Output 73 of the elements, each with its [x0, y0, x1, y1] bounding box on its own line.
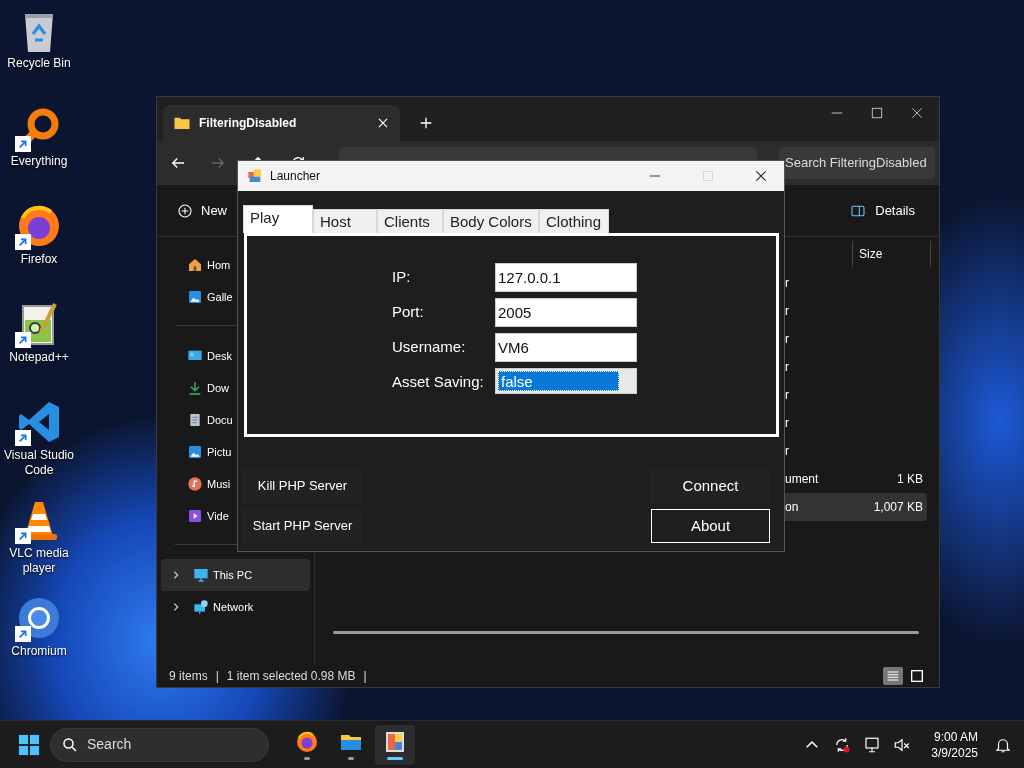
desktop-icon-label[interactable]: VLC media player — [0, 546, 78, 576]
start-icon[interactable] — [18, 733, 40, 756]
status-text: 9 items — [169, 667, 208, 685]
taskbar-app-button[interactable] — [375, 724, 415, 765]
explorer-tab[interactable]: FilteringDisabled — [163, 105, 400, 141]
chevron-right-icon[interactable] — [171, 570, 181, 580]
desktop-icon-label[interactable]: Firefox — [20, 252, 58, 267]
monitor-icon — [193, 567, 209, 583]
button[interactable]: Connect — [651, 469, 770, 503]
download-arrow-icon — [187, 380, 203, 396]
clock-date[interactable]: 3/9/2025 — [931, 744, 978, 761]
input-field[interactable]: 127.0.0.1 — [495, 263, 637, 292]
nav-item[interactable]: Network — [161, 591, 310, 623]
sync-icon[interactable] — [833, 735, 852, 754]
column-header[interactable]: Size — [852, 241, 931, 267]
new-tab-icon[interactable] — [418, 115, 434, 131]
file-size: 1,007 KB — [872, 499, 924, 516]
tab[interactable]: Play — [243, 205, 313, 233]
network-monitor-icon[interactable] — [863, 735, 882, 754]
file-type: on — [785, 499, 800, 516]
video-icon — [187, 508, 203, 524]
file-size: 1 KB — [896, 471, 924, 488]
clock-time[interactable]: 9:00 AM — [931, 728, 978, 745]
house-icon — [187, 257, 203, 273]
tab-title: FilteringDisabled — [199, 115, 298, 132]
network-monitor-icon — [193, 599, 209, 615]
plus-circle-icon — [177, 202, 193, 219]
button[interactable]: About — [651, 509, 770, 543]
button[interactable]: Kill PHP Server — [243, 469, 362, 503]
input-field[interactable]: 2005 — [495, 298, 637, 327]
desktop-icon-label[interactable]: Visual Studio Code — [0, 448, 78, 478]
app-icon — [247, 168, 263, 184]
desktop-icon-label[interactable]: Notepad++ — [9, 350, 69, 365]
button[interactable]: Start PHP Server — [243, 509, 362, 543]
field-label: Asset Saving: — [392, 372, 485, 392]
desktop-icon-label[interactable]: Recycle Bin — [7, 56, 71, 71]
music-note-icon — [187, 476, 203, 492]
close-icon[interactable] — [754, 169, 768, 183]
nav-item[interactable]: This PC — [161, 559, 310, 591]
search-field[interactable]: Search — [50, 727, 269, 762]
picture-icon — [187, 289, 203, 305]
close-icon[interactable] — [376, 116, 390, 130]
status-text: | — [363, 667, 367, 685]
horizontal-scrollbar[interactable] — [333, 631, 919, 634]
field-label: Username: — [392, 337, 467, 357]
input-field[interactable]: VM6 — [495, 333, 637, 362]
tab[interactable]: Body Colors — [443, 209, 539, 233]
tab[interactable]: Host — [313, 209, 377, 233]
field-label: Port: — [392, 302, 425, 322]
desktop-icon-label[interactable]: Chromium — [11, 644, 67, 659]
document-icon — [187, 412, 203, 428]
browser-icon[interactable] — [295, 729, 319, 754]
new-button[interactable]: New — [177, 200, 227, 221]
close-icon[interactable] — [909, 105, 925, 121]
window-title: Launcher — [270, 168, 322, 185]
file-type: r — [785, 443, 790, 460]
file-type: ument — [785, 471, 820, 488]
chevron-right-icon[interactable] — [171, 602, 181, 612]
maximize-icon[interactable] — [869, 105, 885, 121]
picture-icon — [187, 444, 203, 460]
dropdown[interactable]: false — [495, 368, 637, 394]
search-field[interactable]: Search FilteringDisabled — [779, 147, 935, 179]
tab[interactable]: Clients — [377, 209, 443, 233]
field-label: IP: — [392, 267, 412, 287]
status-text: 1 item selected 0.98 MB — [226, 667, 356, 685]
file-type: r — [785, 359, 790, 376]
tab[interactable]: Clothing — [539, 209, 609, 233]
details-button[interactable]: Details — [849, 200, 915, 221]
status-text: | — [215, 667, 219, 685]
desktop-icon-label[interactable]: Everything — [10, 154, 68, 169]
file-type: r — [785, 415, 790, 432]
search-icon — [61, 735, 79, 754]
app-icon[interactable] — [383, 729, 407, 754]
